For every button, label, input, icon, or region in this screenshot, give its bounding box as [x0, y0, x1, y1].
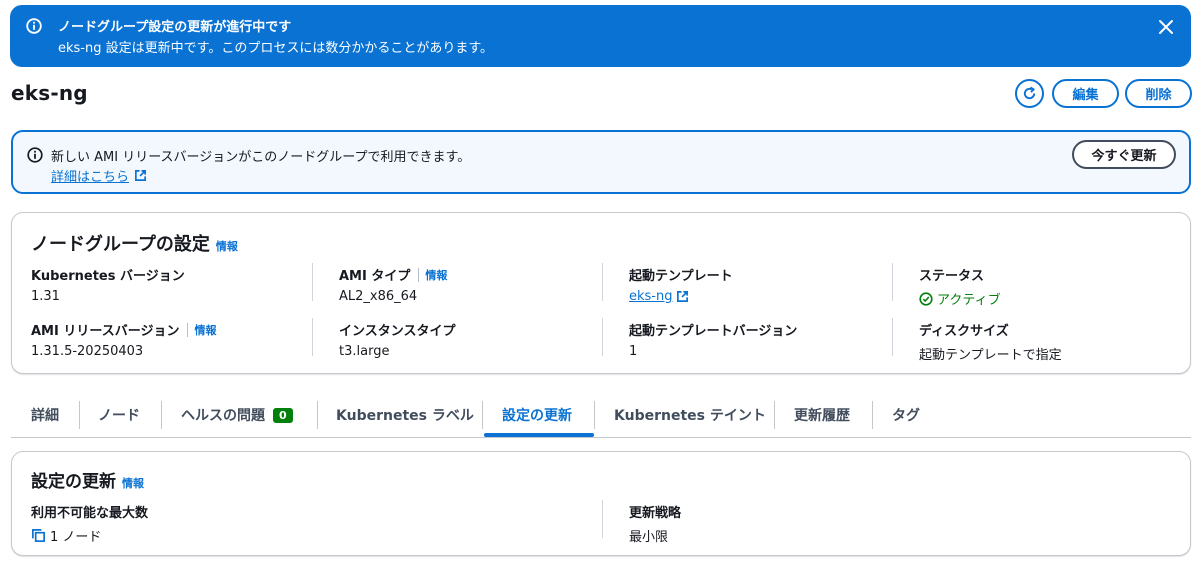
update-strategy-field: 更新戦略 最小限 [629, 502, 681, 545]
max-unavailable-field: 利用不可能な最大数 1 ノード [31, 502, 148, 545]
tab-update-config[interactable]: 設定の更新 [502, 398, 572, 432]
update-config-info-link[interactable]: 情報 [122, 477, 144, 490]
edit-button[interactable]: 編集 [1052, 79, 1119, 108]
learn-more-link-label: 詳細はこちら [51, 170, 130, 185]
tab-divider [317, 401, 318, 429]
column-divider [892, 318, 893, 356]
copy-icon [32, 529, 45, 542]
external-link-icon [135, 170, 146, 181]
flash-message: eks-ng 設定は更新中です。このプロセスには数分かかることがあります。 [58, 41, 494, 56]
tab-health-issues[interactable]: ヘルスの問題 0 [181, 398, 293, 432]
field-value: 最小限 [629, 530, 669, 545]
ami-release-version-field: AMI リリースバージョン 情報 1.31.5-20250403 [31, 320, 216, 359]
field-value: 1.31.5-20250403 [31, 344, 144, 359]
tab-tags[interactable]: タグ [892, 398, 920, 432]
field-label: AMI リリースバージョン [31, 324, 180, 339]
update-now-button[interactable]: 今すぐ更新 [1072, 140, 1176, 169]
launch-template-link-label: eks-ng [629, 289, 673, 304]
field-label: 起動テンプレートバージョン [629, 324, 798, 339]
alert-message: 新しい AMI リリースバージョンがこのノードグループで利用できます。 [51, 150, 471, 165]
status-text: アクティブ [937, 293, 1001, 308]
launch-template-version-field: 起動テンプレートバージョン 1 [629, 320, 797, 359]
field-value: AL2_x86_64 [339, 289, 418, 304]
max-unavailable-value: 1 ノード [31, 526, 148, 545]
status-value: アクティブ [919, 289, 1001, 308]
field-label: インスタンスタイプ [339, 324, 456, 339]
column-divider [312, 263, 313, 301]
config-title: ノードグループの設定 [31, 234, 210, 255]
tab-kubernetes-taints[interactable]: Kubernetes テイント [614, 398, 766, 432]
column-divider [602, 263, 603, 301]
update-config-heading: 設定の更新 情報 [31, 467, 144, 492]
update-config-card: 設定の更新 情報 利用不可能な最大数 1 ノード 更新戦略 最小限 [11, 451, 1191, 556]
max-unavailable-text: 1 ノード [50, 530, 102, 545]
column-divider [312, 318, 313, 356]
field-label: Kubernetes バージョン [31, 269, 185, 284]
tab-health-issues-label: ヘルスの問題 [181, 408, 265, 424]
tab-divider [774, 401, 775, 429]
flash-title: ノードグループ設定の更新が進行中です [58, 20, 292, 35]
update-config-title: 設定の更新 [31, 472, 116, 492]
launch-template-link[interactable]: eks-ng [629, 289, 733, 304]
ami-update-alert: 新しい AMI リリースバージョンがこのノードグループで利用できます。 詳細はこ… [11, 130, 1191, 194]
tab-divider [594, 401, 595, 429]
field-value: 起動テンプレートで指定 [919, 348, 1062, 363]
field-label: AMI タイプ [339, 269, 411, 284]
refresh-button[interactable] [1015, 79, 1044, 108]
tab-details[interactable]: 詳細 [31, 398, 59, 432]
field-value: 1.31 [31, 289, 60, 304]
ami-type-info-link[interactable]: 情報 [425, 267, 447, 283]
instance-type-field: インスタンスタイプ t3.large [339, 320, 455, 359]
field-label: 利用不可能な最大数 [31, 506, 149, 521]
info-icon [26, 18, 42, 34]
tab-nodes[interactable]: ノード [98, 398, 140, 432]
field-label: 起動テンプレート [629, 269, 733, 284]
details-tabs: 詳細 ノード ヘルスの問題 0 Kubernetes ラベル 設定の更新 Kub… [11, 398, 1191, 438]
learn-more-link[interactable]: 詳細はこちら [51, 166, 147, 185]
column-divider [892, 263, 893, 301]
config-heading: ノードグループの設定 情報 [31, 230, 238, 256]
ami-release-info-link[interactable]: 情報 [194, 322, 216, 338]
status-field: ステータス アクティブ [919, 265, 1001, 308]
kubernetes-version-field: Kubernetes バージョン 1.31 [31, 265, 185, 304]
progress-flash-banner: ノードグループ設定の更新が進行中です eks-ng 設定は更新中です。このプロセ… [10, 5, 1191, 67]
field-label: ディスクサイズ [919, 324, 1009, 339]
config-info-link[interactable]: 情報 [216, 240, 238, 253]
field-label: 更新戦略 [629, 506, 682, 521]
refresh-icon [1023, 86, 1036, 100]
tab-divider [482, 401, 483, 429]
column-divider [602, 500, 603, 538]
node-group-config-card: ノードグループの設定 情報 Kubernetes バージョン 1.31 AMI タ… [11, 212, 1191, 374]
disk-size-field: ディスクサイズ 起動テンプレートで指定 [919, 320, 1062, 363]
external-link-icon [677, 291, 689, 302]
ami-type-field: AMI タイプ 情報 AL2_x86_64 [339, 265, 447, 304]
field-value: t3.large [339, 344, 390, 359]
tab-kubernetes-labels[interactable]: Kubernetes ラベル [336, 398, 474, 432]
tab-update-history[interactable]: 更新履歴 [794, 398, 850, 432]
check-circle-icon [919, 291, 933, 306]
close-icon[interactable] [1157, 18, 1175, 36]
active-tab-indicator [484, 433, 594, 437]
page-title: eks-ng [11, 81, 88, 105]
tab-divider [872, 401, 873, 429]
launch-template-field: 起動テンプレート eks-ng [629, 265, 733, 304]
delete-button[interactable]: 削除 [1125, 79, 1192, 108]
field-label: ステータス [919, 269, 985, 284]
tab-divider [161, 401, 162, 429]
column-divider [602, 318, 603, 356]
health-issues-count-badge: 0 [273, 407, 293, 423]
tab-divider [79, 401, 80, 429]
info-icon [27, 147, 43, 163]
field-value: 1 [629, 344, 638, 359]
